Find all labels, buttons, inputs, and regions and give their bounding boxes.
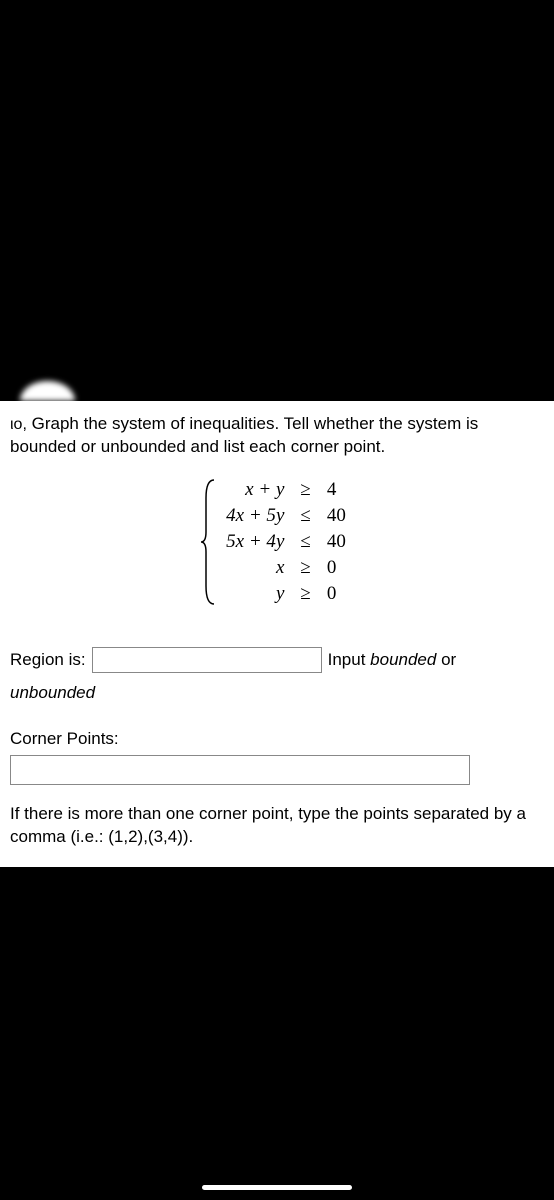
content-peek <box>20 381 75 401</box>
left-brace <box>200 477 218 607</box>
question-body: Graph the system of inequalities. Tell w… <box>10 414 478 456</box>
question-panel: ιο, Graph the system of inequalities. Te… <box>0 401 554 867</box>
inequality-row: 5x + 4y ≤ 40 <box>218 529 354 555</box>
inequality-system: x + y ≥ 4 4x + 5y ≤ 40 5x + 4y ≤ 40 x ≥ <box>10 477 544 607</box>
inequality-table: x + y ≥ 4 4x + 5y ≤ 40 5x + 4y ≤ 40 x ≥ <box>218 477 354 607</box>
inequality-row: x + y ≥ 4 <box>218 477 354 503</box>
region-row: Region is: Input bounded or <box>10 647 544 673</box>
inequality-row: y ≥ 0 <box>218 581 354 607</box>
region-hint: Input bounded or <box>328 650 457 670</box>
corner-points-instruction: If there is more than one corner point, … <box>10 803 544 849</box>
question-prefix: ιο, <box>10 416 27 433</box>
home-indicator[interactable] <box>202 1185 352 1190</box>
region-input[interactable] <box>92 647 322 673</box>
corner-points-input[interactable] <box>10 755 470 785</box>
inequality-row: 4x + 5y ≤ 40 <box>218 503 354 529</box>
corner-points-label: Corner Points: <box>10 729 544 749</box>
region-hint-line2: unbounded <box>10 683 544 703</box>
inequality-row: x ≥ 0 <box>218 555 354 581</box>
region-label: Region is: <box>10 650 86 670</box>
question-text: ιο, Graph the system of inequalities. Te… <box>10 413 544 459</box>
